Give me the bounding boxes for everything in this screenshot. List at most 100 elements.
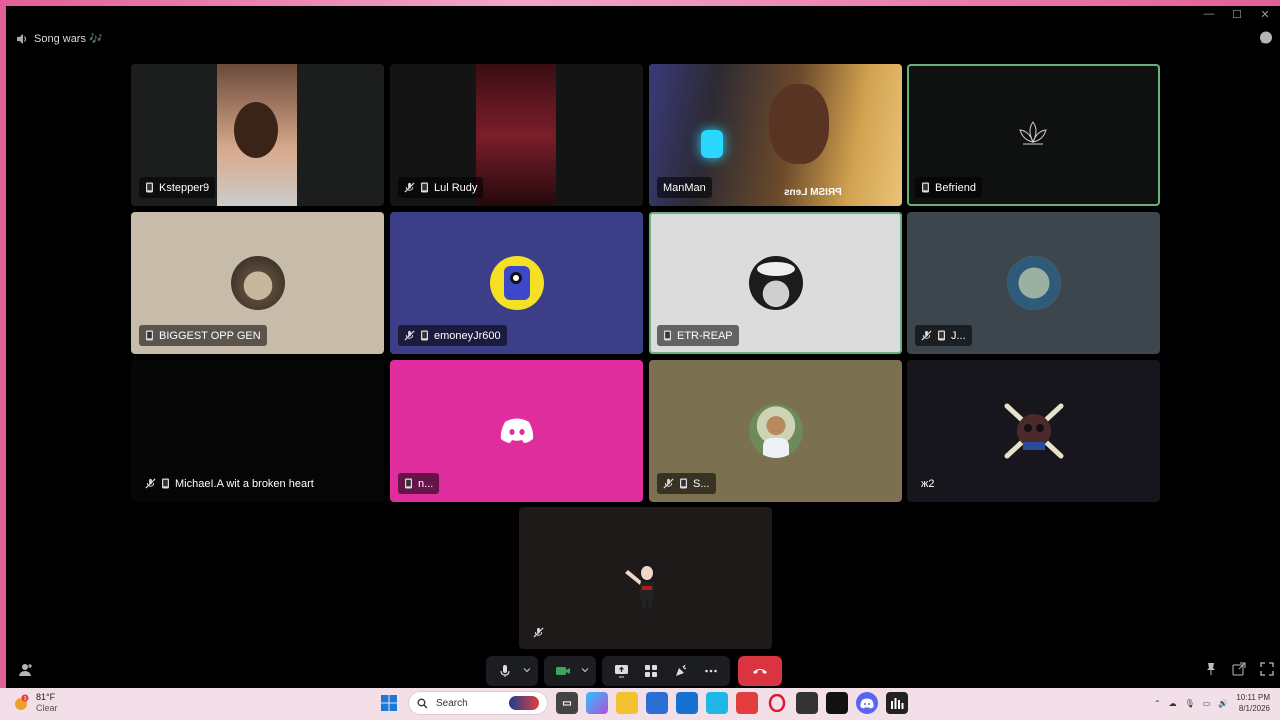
equalizer-icon	[891, 698, 904, 709]
camera-options-chevron[interactable]	[580, 662, 590, 680]
avatar	[748, 256, 803, 310]
search-placeholder: Search	[436, 697, 468, 709]
copilot-app[interactable]	[586, 692, 608, 714]
dark-app[interactable]	[826, 692, 848, 714]
lotus-icon	[1019, 121, 1047, 145]
folder-app[interactable]	[616, 692, 638, 714]
mobile-indicator	[404, 478, 413, 489]
invite-people-button[interactable]	[18, 662, 34, 683]
volume-icon[interactable]: 🔊	[1218, 699, 1228, 708]
mobile-indicator	[420, 330, 429, 341]
date: 8/1/2026	[1238, 704, 1270, 713]
muted-indicator	[921, 330, 932, 341]
participant-tile[interactable]: BIGGEST OPP GEN	[131, 212, 384, 354]
outlook-app[interactable]	[676, 692, 698, 714]
participant-tile[interactable]: ETR-REAP	[649, 212, 902, 354]
muted-indicator	[145, 478, 156, 489]
weather-widget[interactable]: 3 81°F Clear	[12, 692, 58, 714]
channel-name: Song wars 🎶	[34, 33, 103, 45]
self-video-tile[interactable]	[519, 507, 772, 649]
avatar	[1006, 256, 1061, 310]
muted-icon	[533, 627, 544, 638]
participant-name: J...	[951, 329, 966, 342]
discord-icon	[860, 698, 874, 708]
mic-options-chevron[interactable]	[522, 662, 532, 680]
camera-button[interactable]	[550, 658, 576, 684]
taskbar-search[interactable]: Search	[408, 691, 548, 715]
mobile-indicator	[161, 478, 170, 489]
opera-app[interactable]	[766, 692, 788, 714]
taskbar-center: Search ▭	[378, 691, 908, 715]
participant-label: Befriend	[915, 177, 982, 198]
window-controls: — ☐ ✕	[1202, 8, 1272, 21]
participant-name: Kstepper9	[159, 181, 210, 194]
participant-tile[interactable]: S...	[649, 360, 902, 502]
participant-tile[interactable]: Befriend	[907, 64, 1160, 206]
participant-label: BIGGEST OPP GEN	[139, 325, 267, 346]
participant-tile[interactable]: ж2	[907, 360, 1160, 502]
screenshare-icon	[614, 665, 628, 678]
participant-label: n...	[398, 473, 440, 494]
roblox-app[interactable]	[796, 692, 818, 714]
participant-name: Lul Rudy	[434, 181, 478, 194]
cloud-icon[interactable]: ☁	[1169, 699, 1177, 708]
opera-icon	[768, 694, 786, 712]
microphone-icon	[500, 665, 510, 677]
fullscreen-icon[interactable]	[1260, 662, 1274, 676]
system-tray: ⌃ ☁ 🎙 ▭ 🔊 10:11 PM 8/1/2026	[1154, 692, 1270, 714]
end-call-button[interactable]	[738, 656, 782, 686]
capcut-app[interactable]	[706, 692, 728, 714]
soundboard-icon	[676, 664, 687, 676]
close-button[interactable]: ✕	[1258, 8, 1272, 21]
muted-icon	[145, 478, 156, 489]
pin-icon[interactable]	[1204, 662, 1218, 676]
search-icon	[417, 698, 428, 708]
camera-icon	[556, 667, 570, 675]
chevron-down-icon	[581, 668, 589, 673]
mobile-icon	[421, 330, 428, 341]
participant-tile[interactable]: J...	[907, 212, 1160, 354]
participant-tile[interactable]: n...	[390, 360, 643, 502]
channel-header[interactable]: Song wars 🎶	[16, 32, 103, 45]
network-icon[interactable]: ▭	[1203, 699, 1211, 708]
audio-app[interactable]	[886, 692, 908, 714]
participant-name: ETR-REAP	[677, 329, 733, 342]
mobile-indicator	[663, 330, 672, 341]
participant-tile[interactable]: Kstepper9	[131, 64, 384, 206]
minimize-button[interactable]: —	[1202, 8, 1216, 21]
maximize-button[interactable]: ☐	[1230, 8, 1244, 21]
participant-name: ж2	[921, 477, 935, 490]
muted-indicator	[404, 330, 415, 341]
more-icon	[705, 669, 717, 673]
camera-group	[544, 656, 596, 686]
participant-label: J...	[915, 325, 972, 346]
file-explorer-app[interactable]: ▭	[556, 692, 578, 714]
participant-name: n...	[418, 477, 434, 490]
mic-tray-icon[interactable]: 🎙	[1185, 699, 1195, 708]
store-app[interactable]	[646, 692, 668, 714]
activities-icon	[645, 665, 657, 677]
muted-indicator	[663, 478, 674, 489]
participant-tile[interactable]: PRISM Lens ManMan	[649, 64, 902, 206]
show-hidden-icons-icon[interactable]: ⌃	[1154, 699, 1161, 708]
microphone-button[interactable]	[492, 658, 518, 684]
start-button[interactable]	[378, 692, 400, 714]
activities-button[interactable]	[638, 658, 664, 684]
soundboard-button[interactable]	[668, 658, 694, 684]
add-user-icon	[19, 664, 32, 676]
clock[interactable]: 10:11 PM 8/1/2026	[1236, 692, 1270, 714]
avatar	[230, 256, 285, 310]
more-button[interactable]	[698, 658, 724, 684]
lens-overlay-text: PRISM Lens	[784, 187, 842, 198]
participant-tile[interactable]: emoneyJr600	[390, 212, 643, 354]
chat-icon[interactable]	[1258, 30, 1274, 46]
mobile-icon	[922, 182, 929, 193]
screenshare-button[interactable]	[608, 658, 634, 684]
task-view-icon: ▭	[562, 697, 572, 709]
participant-tile[interactable]: MichaeI.A wit a broken heart	[131, 360, 384, 502]
discord-app[interactable]	[856, 692, 878, 714]
participant-name: BIGGEST OPP GEN	[159, 329, 261, 342]
popout-icon[interactable]	[1232, 662, 1246, 676]
badge-app[interactable]	[736, 692, 758, 714]
participant-tile[interactable]: Lul Rudy	[390, 64, 643, 206]
